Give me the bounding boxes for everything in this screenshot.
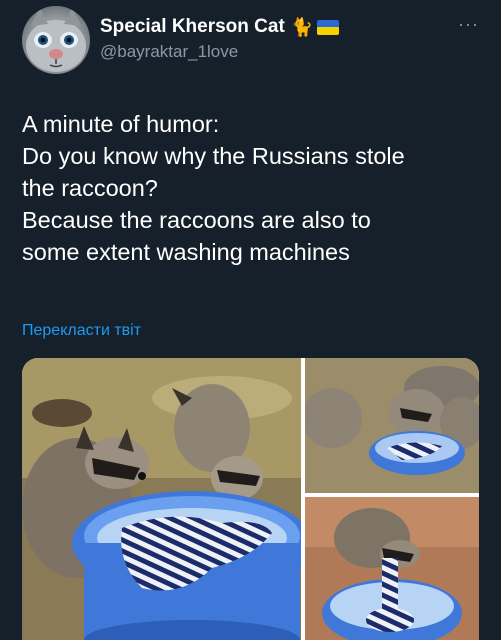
tweet: Special Kherson Cat 🐈 @bayraktar_1love ·… [0, 0, 501, 640]
name-row: Special Kherson Cat 🐈 [100, 16, 340, 38]
tweet-line: A minute of humor: [22, 111, 220, 137]
tweet-line: Because the raccoons are also to [22, 207, 371, 233]
tweet-line: Do you know why the Russians stole [22, 143, 405, 169]
more-options-icon[interactable]: ··· [458, 14, 479, 35]
flag-blue-stripe [317, 19, 340, 27]
user-handle[interactable]: @bayraktar_1love [100, 42, 238, 62]
tweet-line: some extent washing machines [22, 239, 350, 265]
media-grid[interactable] [22, 358, 479, 640]
display-name[interactable]: Special Kherson Cat [100, 16, 285, 38]
ukraine-flag-icon [317, 19, 340, 35]
raccoon-washing-bottom-right-image[interactable] [305, 497, 479, 640]
tweet-line: the raccoon? [22, 175, 158, 201]
raccoons-washing-large-image[interactable] [22, 358, 312, 640]
cat-avatar-icon [26, 8, 86, 72]
avatar[interactable] [22, 6, 90, 74]
raccoons-washing-top-right-image[interactable] [302, 358, 479, 493]
tweet-text: A minute of humor: Do you know why the R… [22, 108, 492, 268]
translate-tweet-link[interactable]: Перекласти твіт [22, 322, 141, 340]
cat-emoji-icon: 🐈 [290, 17, 314, 37]
flag-yellow-stripe [317, 27, 340, 35]
